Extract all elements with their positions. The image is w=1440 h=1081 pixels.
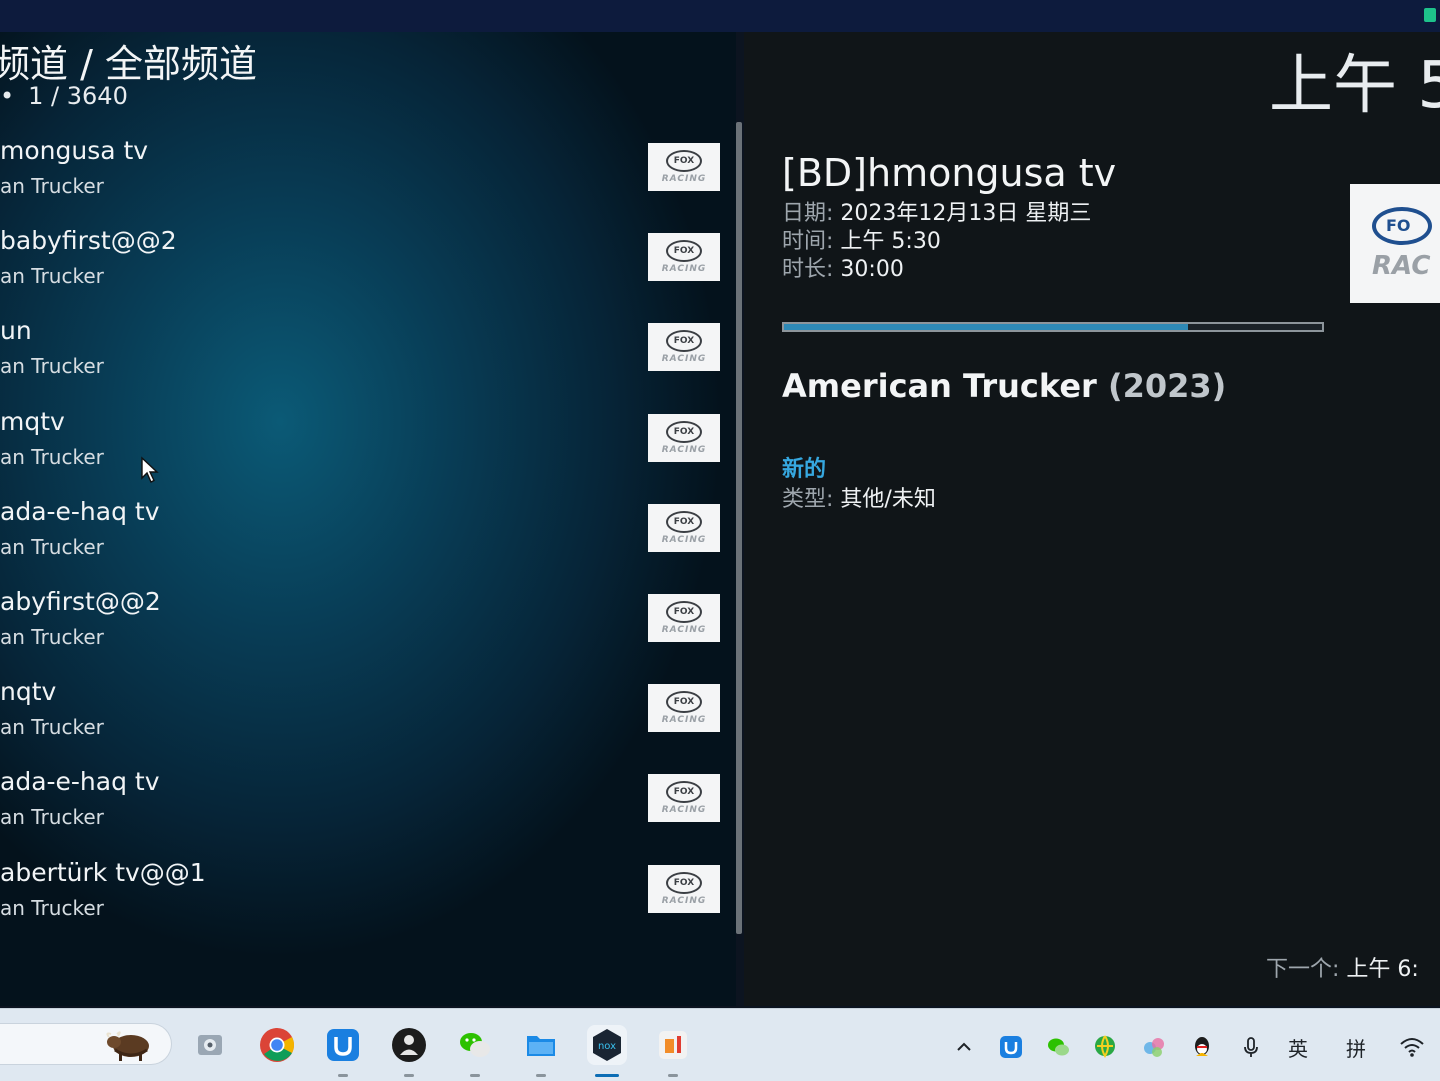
tray-wechat-icon[interactable] xyxy=(1044,1033,1072,1061)
input-method-toggle[interactable]: 拼 xyxy=(1342,1033,1370,1061)
channel-row[interactable]: babyfirst@@2 an Trucker FOX RACING xyxy=(0,221,722,311)
channel-logo-icon: FOX RACING xyxy=(648,503,720,552)
channel-program: an Trucker xyxy=(0,534,104,559)
channel-name: abertürk tv@@1 xyxy=(0,857,206,887)
channel-row[interactable]: mqtv an Trucker FOX RACING xyxy=(0,402,722,492)
channel-logo-icon: FOX RACING xyxy=(648,413,720,462)
channel-row[interactable]: ada-e-haq tv an Trucker FOX RACING xyxy=(0,762,722,852)
channel-program: an Trucker xyxy=(0,444,104,469)
nox-icon[interactable]: nox xyxy=(587,1025,627,1077)
shield-app-icon[interactable] xyxy=(323,1025,363,1077)
channel-name: mqtv xyxy=(0,406,65,436)
channel-name: ada-e-haq tv xyxy=(0,496,160,526)
channel-logo-icon: FOX RACING xyxy=(648,233,720,282)
tray-network-icon[interactable] xyxy=(1140,1033,1168,1061)
channel-program: an Trucker xyxy=(0,264,104,289)
channel-program: an Trucker xyxy=(0,174,104,198)
chrome-icon[interactable] xyxy=(257,1025,297,1065)
channel-program: an Trucker xyxy=(0,715,104,740)
channel-logo-icon: FOX RACING xyxy=(648,323,720,372)
channel-name: ada-e-haq tv xyxy=(0,767,160,797)
channel-program: an Trucker xyxy=(0,805,104,830)
tray-globe-icon[interactable] xyxy=(1092,1033,1120,1061)
new-badge: 新的 xyxy=(782,457,827,482)
media-player-icon[interactable] xyxy=(389,1025,429,1077)
microphone-icon[interactable] xyxy=(1237,1033,1265,1061)
list-scrollbar[interactable] xyxy=(736,122,742,934)
channel-row[interactable]: abyfirst@@2 an Trucker FOX RACING xyxy=(0,582,722,672)
status-indicator-icon xyxy=(1424,8,1436,22)
svg-text:nox: nox xyxy=(598,1041,616,1052)
channel-program: an Trucker xyxy=(0,624,104,649)
time-value: 上午 5:30 xyxy=(840,229,941,254)
detail-pane: 上午 5 [BD]hmongusa tv 日期: 2023年12月13日 星期三… xyxy=(744,32,1440,1006)
channel-logo-icon: FOX RACING xyxy=(648,774,720,823)
channel-program: an Trucker xyxy=(0,354,104,379)
detail-channel-title: [BD]hmongusa tv xyxy=(782,151,1117,195)
channel-logo-icon: FOX RACING xyxy=(648,143,720,191)
wechat-icon[interactable] xyxy=(455,1025,495,1077)
channel-logo-large-icon: FO RAC xyxy=(1350,184,1440,303)
taskbar-search[interactable] xyxy=(0,1023,172,1065)
duration-value: 30:00 xyxy=(840,257,904,282)
channel-row[interactable]: un an Trucker FOX RACING xyxy=(0,311,722,401)
channel-name: nqtv xyxy=(0,677,57,707)
channel-row[interactable]: ada-e-haq tv an Trucker FOX RACING xyxy=(0,492,722,582)
channel-logo-icon: FOX RACING xyxy=(648,593,720,642)
list-heading: 频道 / 全部频道 • 1 / 3640 xyxy=(0,40,257,110)
channel-list-pane: 频道 / 全部频道 • 1 / 3640 mongusa tv an Trucke… xyxy=(0,32,736,1006)
chevron-up-icon[interactable] xyxy=(950,1033,978,1061)
top-bar xyxy=(0,0,1440,32)
channel-name: babyfirst@@2 xyxy=(0,226,177,256)
file-explorer-icon[interactable] xyxy=(521,1025,561,1077)
channel-logo-icon: FOX RACING xyxy=(648,864,720,913)
channel-row[interactable]: mongusa tv an Trucker FOX RACING xyxy=(0,131,722,221)
page-title: 频道 / 全部频道 xyxy=(0,42,257,86)
channel-list: mongusa tv an Trucker FOX RACING babyfirs… xyxy=(0,131,722,943)
program-progress-bar xyxy=(782,322,1324,332)
genre: 类型: 其他/未知 xyxy=(782,487,936,512)
channel-logo-icon: FOX RACING xyxy=(648,684,720,733)
clock: 上午 5 xyxy=(1269,49,1440,123)
date-value: 2023年12月13日 星期三 xyxy=(840,201,1092,226)
channel-name: un xyxy=(0,316,32,346)
mouse-cursor-icon xyxy=(141,456,159,483)
program-title: American Trucker (2023) xyxy=(782,367,1227,405)
yak-icon xyxy=(106,1031,149,1061)
channel-name: abyfirst@@2 xyxy=(0,586,161,616)
program-meta: 日期: 2023年12月13日 星期三 时间: 上午 5:30 时长: 30:0… xyxy=(782,201,1092,282)
channel-name: mongusa tv xyxy=(0,136,149,165)
wifi-icon[interactable] xyxy=(1398,1033,1426,1061)
tray-shield-icon[interactable] xyxy=(997,1033,1025,1061)
channel-program: an Trucker xyxy=(0,895,104,920)
channel-row[interactable]: abertürk tv@@1 an Trucker FOX RACING xyxy=(0,853,722,943)
channel-row[interactable]: nqtv an Trucker FOX RACING xyxy=(0,672,722,762)
taskbar: nox 英 拼 xyxy=(0,1008,1440,1081)
input-language-toggle[interactable]: 英 xyxy=(1284,1033,1312,1061)
next-program: 下一个: 上午 6: xyxy=(1266,957,1419,982)
tools-icon[interactable] xyxy=(190,1025,230,1065)
qq-icon[interactable] xyxy=(1188,1033,1216,1061)
office-icon[interactable] xyxy=(653,1025,693,1077)
